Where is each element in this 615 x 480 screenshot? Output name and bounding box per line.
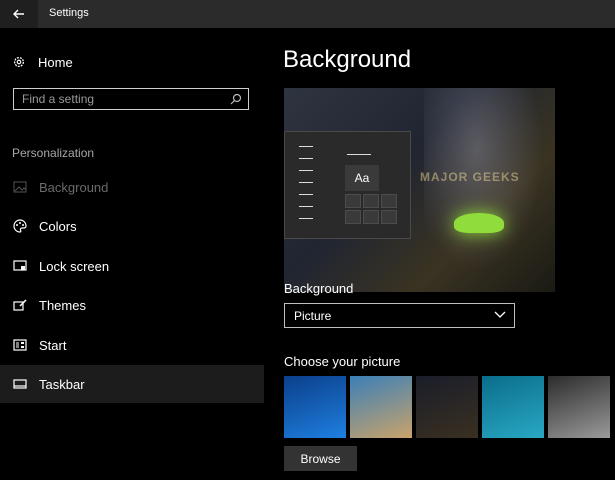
browse-button[interactable]: Browse xyxy=(284,446,357,471)
picture-thumbnail[interactable] xyxy=(284,376,346,438)
sidebar-item-label: Taskbar xyxy=(39,376,85,392)
background-preview: Aa MAJOR GEEKS xyxy=(284,88,555,292)
preview-tile xyxy=(363,194,379,208)
chevron-down-icon xyxy=(494,311,506,318)
preview-tile xyxy=(345,194,361,208)
background-type-label: Background xyxy=(284,281,354,296)
palette-icon xyxy=(12,218,28,234)
sidebar-item-themes[interactable]: Themes xyxy=(0,286,264,324)
window-title: Settings xyxy=(49,7,89,19)
preview-tile xyxy=(345,210,361,224)
themes-brush-icon xyxy=(12,297,28,313)
preview-menu-list xyxy=(285,132,337,238)
gear-icon xyxy=(13,56,25,68)
preview-tile-header xyxy=(347,154,371,155)
sidebar-item-colors[interactable]: Colors xyxy=(0,207,264,245)
preview-tile xyxy=(363,210,379,224)
back-button[interactable] xyxy=(0,0,38,28)
sidebar-item-taskbar[interactable]: Taskbar xyxy=(0,365,264,403)
home-label: Home xyxy=(38,54,73,70)
picture-icon xyxy=(12,179,28,195)
title-bar: Settings xyxy=(0,0,615,28)
search-box xyxy=(13,88,249,110)
sidebar: Home Personalization Background Colors L… xyxy=(0,28,264,480)
lock-screen-icon xyxy=(12,258,28,274)
home-nav[interactable]: Home xyxy=(12,53,73,71)
sidebar-item-background[interactable]: Background xyxy=(0,168,264,206)
search-input[interactable] xyxy=(22,91,222,107)
section-label: Personalization xyxy=(12,146,95,160)
picture-thumbnail[interactable] xyxy=(350,376,412,438)
tent-glow xyxy=(454,213,504,233)
picture-thumbnail[interactable] xyxy=(416,376,478,438)
preview-window-mockup: Aa xyxy=(284,131,411,239)
preview-tile xyxy=(381,194,397,208)
sidebar-item-label: Start xyxy=(39,337,67,353)
background-type-dropdown[interactable]: Picture xyxy=(284,303,515,328)
sidebar-item-label: Colors xyxy=(39,218,77,234)
sidebar-item-start[interactable]: Start xyxy=(0,326,264,364)
watermark-logo: MAJOR GEEKS xyxy=(420,170,520,184)
start-menu-icon xyxy=(12,337,28,353)
preview-tile-aa: Aa xyxy=(345,165,379,191)
milky-way-glow xyxy=(424,88,555,292)
sidebar-item-label: Background xyxy=(39,179,109,195)
page-title: Background xyxy=(283,46,412,73)
sidebar-item-label: Themes xyxy=(39,297,86,313)
preview-tile xyxy=(381,210,397,224)
sidebar-item-lock-screen[interactable]: Lock screen xyxy=(0,247,264,285)
dropdown-value: Picture xyxy=(294,309,332,323)
picture-thumbnail[interactable] xyxy=(548,376,610,438)
taskbar-icon xyxy=(12,376,28,392)
back-arrow-icon xyxy=(13,9,24,19)
sidebar-item-label: Lock screen xyxy=(39,258,110,274)
search-icon[interactable] xyxy=(230,93,242,105)
choose-picture-label: Choose your picture xyxy=(284,354,401,369)
picture-thumbnail[interactable] xyxy=(482,376,544,438)
